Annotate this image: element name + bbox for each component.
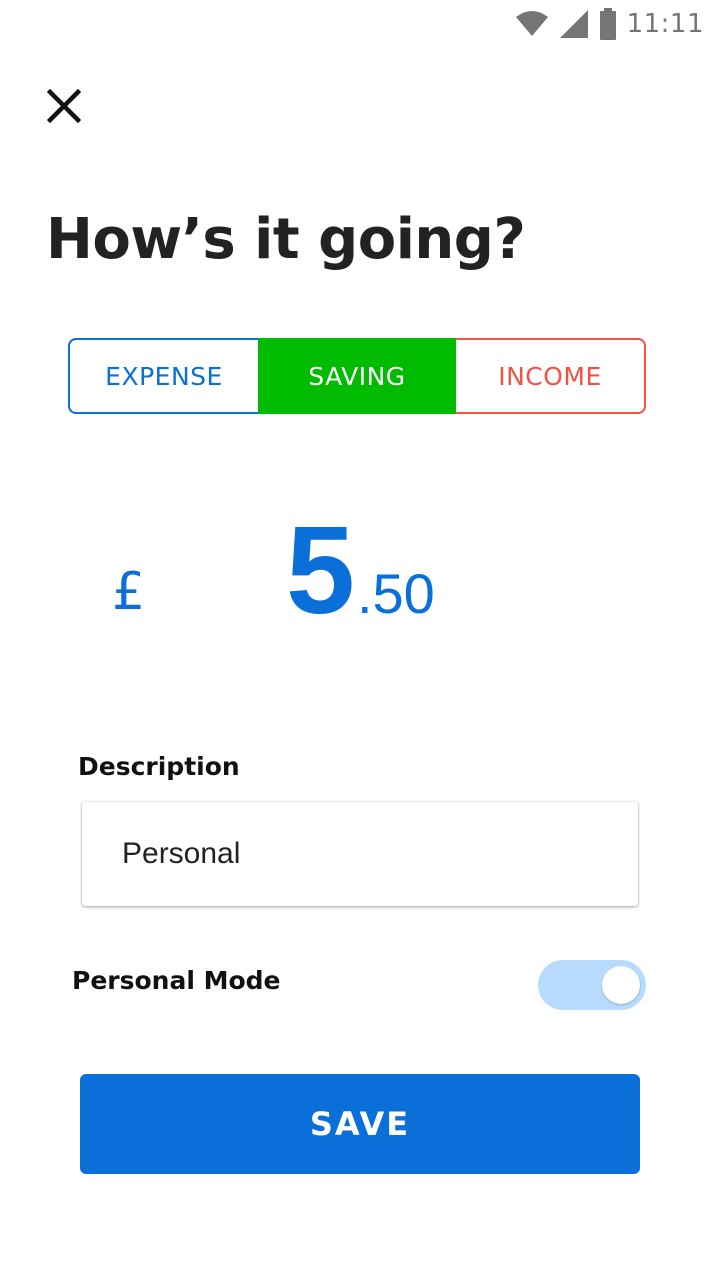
segment-saving[interactable]: SAVING: [258, 338, 456, 414]
transaction-type-selector: EXPENSE SAVING INCOME: [68, 338, 646, 414]
close-button[interactable]: [38, 82, 90, 134]
cellular-signal-icon: [559, 9, 589, 39]
toggle-knob: [602, 966, 640, 1004]
description-label: Description: [78, 752, 240, 781]
wifi-icon: [515, 11, 549, 37]
page-title: How’s it going?: [46, 207, 526, 272]
amount-decimal: .50: [356, 562, 435, 625]
battery-icon: [599, 8, 617, 40]
status-bar: 11:11: [0, 0, 720, 48]
personal-mode-toggle[interactable]: [538, 960, 646, 1010]
segment-income[interactable]: INCOME: [456, 338, 646, 414]
close-icon: [46, 88, 82, 128]
status-icons: 11:11: [515, 8, 704, 40]
status-time: 11:11: [626, 9, 704, 39]
segment-expense[interactable]: EXPENSE: [68, 338, 258, 414]
personal-mode-label: Personal Mode: [72, 966, 281, 995]
save-button[interactable]: SAVE: [80, 1074, 640, 1174]
amount-whole: 5: [286, 502, 355, 640]
description-field[interactable]: [82, 802, 638, 906]
amount-display[interactable]: 5 .50: [286, 506, 435, 636]
description-input[interactable]: [122, 837, 638, 871]
currency-symbol[interactable]: £: [112, 560, 145, 624]
